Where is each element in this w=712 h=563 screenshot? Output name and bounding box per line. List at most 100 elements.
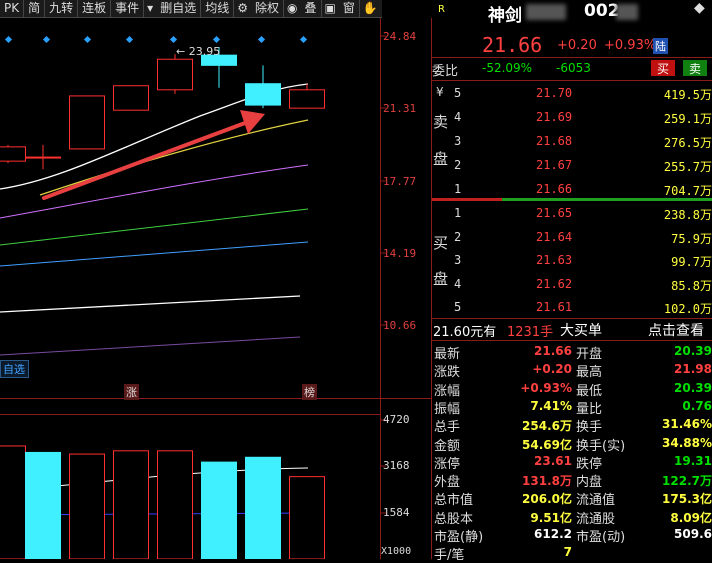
- ask-price[interactable]: 21.69: [536, 110, 572, 124]
- stat-label: 跌停: [576, 456, 603, 472]
- big-order-type: 大买单: [560, 323, 602, 339]
- volume-bar[interactable]: [25, 451, 61, 559]
- watchlist-tag[interactable]: 自选: [0, 360, 29, 378]
- big-order-qty: 1231手: [507, 325, 554, 340]
- y-tick-label: 21.31: [383, 102, 417, 115]
- stat-value: 54.69亿: [522, 437, 572, 452]
- bid-volume: 102.0万: [663, 302, 712, 316]
- bid-price[interactable]: 21.64: [536, 230, 572, 244]
- bid-price[interactable]: 21.62: [536, 277, 572, 291]
- hand-icon[interactable]: ✋: [360, 0, 381, 17]
- big-order-link[interactable]: 点击查看: [648, 320, 704, 340]
- stat-value: 21.98: [674, 362, 712, 377]
- toolbar-jiuzhuan[interactable]: 九转: [45, 0, 79, 17]
- toolbar-remove-watchlist[interactable]: 删自选: [156, 0, 202, 17]
- volume-bar[interactable]: [245, 456, 281, 559]
- stock-name: 神剑: [488, 6, 522, 26]
- stat-label: 量比: [576, 401, 603, 417]
- candle-body[interactable]: [0, 146, 26, 162]
- bid-price[interactable]: 21.65: [536, 206, 572, 220]
- peak-price-label: ← 23.95: [176, 45, 221, 58]
- ma-line-white: [0, 295, 301, 313]
- candle-body[interactable]: [245, 83, 281, 106]
- stat-label: 振幅: [434, 401, 461, 417]
- candle-body[interactable]: [157, 58, 193, 91]
- stat-value: +0.20: [532, 362, 572, 377]
- toolbar-events[interactable]: 事件: [111, 0, 145, 17]
- weibi-pct: -52.09%: [482, 61, 533, 75]
- toolbar-forecast[interactable]: 预测: [381, 0, 382, 17]
- ask-price[interactable]: 21.66: [536, 182, 572, 196]
- bid-side-label: 盘: [433, 270, 449, 288]
- bid-price[interactable]: 21.61: [536, 300, 572, 314]
- y-tick-label: 10.66: [383, 319, 417, 332]
- stat-value: 254.6万: [522, 419, 572, 434]
- volume-bar[interactable]: [289, 476, 325, 559]
- dropdown-arrow-icon[interactable]: ▾: [144, 0, 156, 17]
- ask-price[interactable]: 21.68: [536, 134, 572, 148]
- stat-value: 8.09亿: [670, 510, 712, 525]
- stat-value: 7: [563, 545, 572, 560]
- box-icon[interactable]: ▣: [322, 0, 339, 17]
- bid-volume: 238.8万: [663, 208, 712, 222]
- ask-volume: 255.7万: [663, 160, 712, 174]
- bid-price[interactable]: 21.63: [536, 253, 572, 267]
- toolbar-exright[interactable]: 除权: [251, 0, 285, 17]
- toolbar-overlay[interactable]: 叠: [301, 0, 322, 17]
- ask-volume: 259.1万: [663, 112, 712, 126]
- stat-label: 最高: [576, 365, 603, 381]
- stat-label: 涨幅: [434, 383, 461, 399]
- ask-price[interactable]: 21.70: [536, 86, 572, 100]
- ma-line-blue: [0, 241, 309, 267]
- stat-value: 19.31: [674, 453, 712, 468]
- limit-up-marker[interactable]: 涨: [124, 384, 139, 400]
- ask-side-label: 盘: [433, 150, 449, 168]
- stock-code: 002: [584, 1, 620, 21]
- eye-icon[interactable]: ◉: [284, 0, 300, 17]
- stat-label: 金额: [434, 438, 461, 454]
- ask-price[interactable]: 21.67: [536, 158, 572, 172]
- ranking-marker[interactable]: 榜: [302, 384, 317, 400]
- toolbar-window[interactable]: 窗: [339, 0, 360, 17]
- toolbar-lianban[interactable]: 连板: [78, 0, 112, 17]
- ma-line-purple: [0, 336, 301, 356]
- toolbar-pk[interactable]: PK: [0, 0, 25, 17]
- ask-volume: 704.7万: [663, 184, 712, 198]
- stat-value: 34.88%: [662, 435, 712, 450]
- volume-bar[interactable]: [157, 450, 193, 559]
- stat-label: 外盘: [434, 475, 461, 491]
- candle-body[interactable]: [69, 95, 105, 150]
- stat-value: 20.39: [674, 344, 712, 358]
- stat-label: 开盘: [576, 347, 603, 362]
- expand-icon[interactable]: ◆: [694, 0, 705, 16]
- bid-level: 2: [454, 229, 462, 244]
- volume-bar[interactable]: [69, 453, 105, 559]
- bid-level: 5: [454, 300, 462, 314]
- y-tick-label: 14.19: [383, 247, 417, 260]
- last-price: 21.66: [482, 33, 543, 57]
- ask-volume: 276.5万: [663, 136, 712, 150]
- kline-chart[interactable]: [0, 18, 432, 559]
- stat-value: 7.41%: [530, 398, 572, 413]
- candle-body[interactable]: [25, 156, 61, 159]
- stat-label: 手/笔: [434, 548, 465, 563]
- stat-value: 20.39: [674, 380, 712, 395]
- candle-body[interactable]: [113, 85, 149, 111]
- buy-button[interactable]: 买: [651, 60, 675, 76]
- toolbar-simple[interactable]: 简: [24, 0, 46, 17]
- gear-icon[interactable]: ⚙: [234, 0, 251, 17]
- vol-unit-label: X1000: [381, 546, 412, 557]
- sell-button[interactable]: 卖: [683, 60, 707, 76]
- candle-body[interactable]: [289, 89, 325, 109]
- toolbar-ma[interactable]: 均线: [201, 0, 235, 17]
- stat-label: 流通值: [576, 493, 616, 509]
- volume-bar[interactable]: [113, 450, 149, 559]
- volume-bar[interactable]: [0, 445, 26, 559]
- stat-label: 内盘: [576, 475, 603, 491]
- bid-volume: 85.8万: [671, 278, 712, 293]
- volume-bar[interactable]: [201, 461, 237, 559]
- stat-value: +0.93%: [520, 380, 572, 395]
- stat-label: 市盈(动): [576, 530, 626, 545]
- market-tag: R: [438, 4, 445, 15]
- signal-markers: [4, 35, 308, 44]
